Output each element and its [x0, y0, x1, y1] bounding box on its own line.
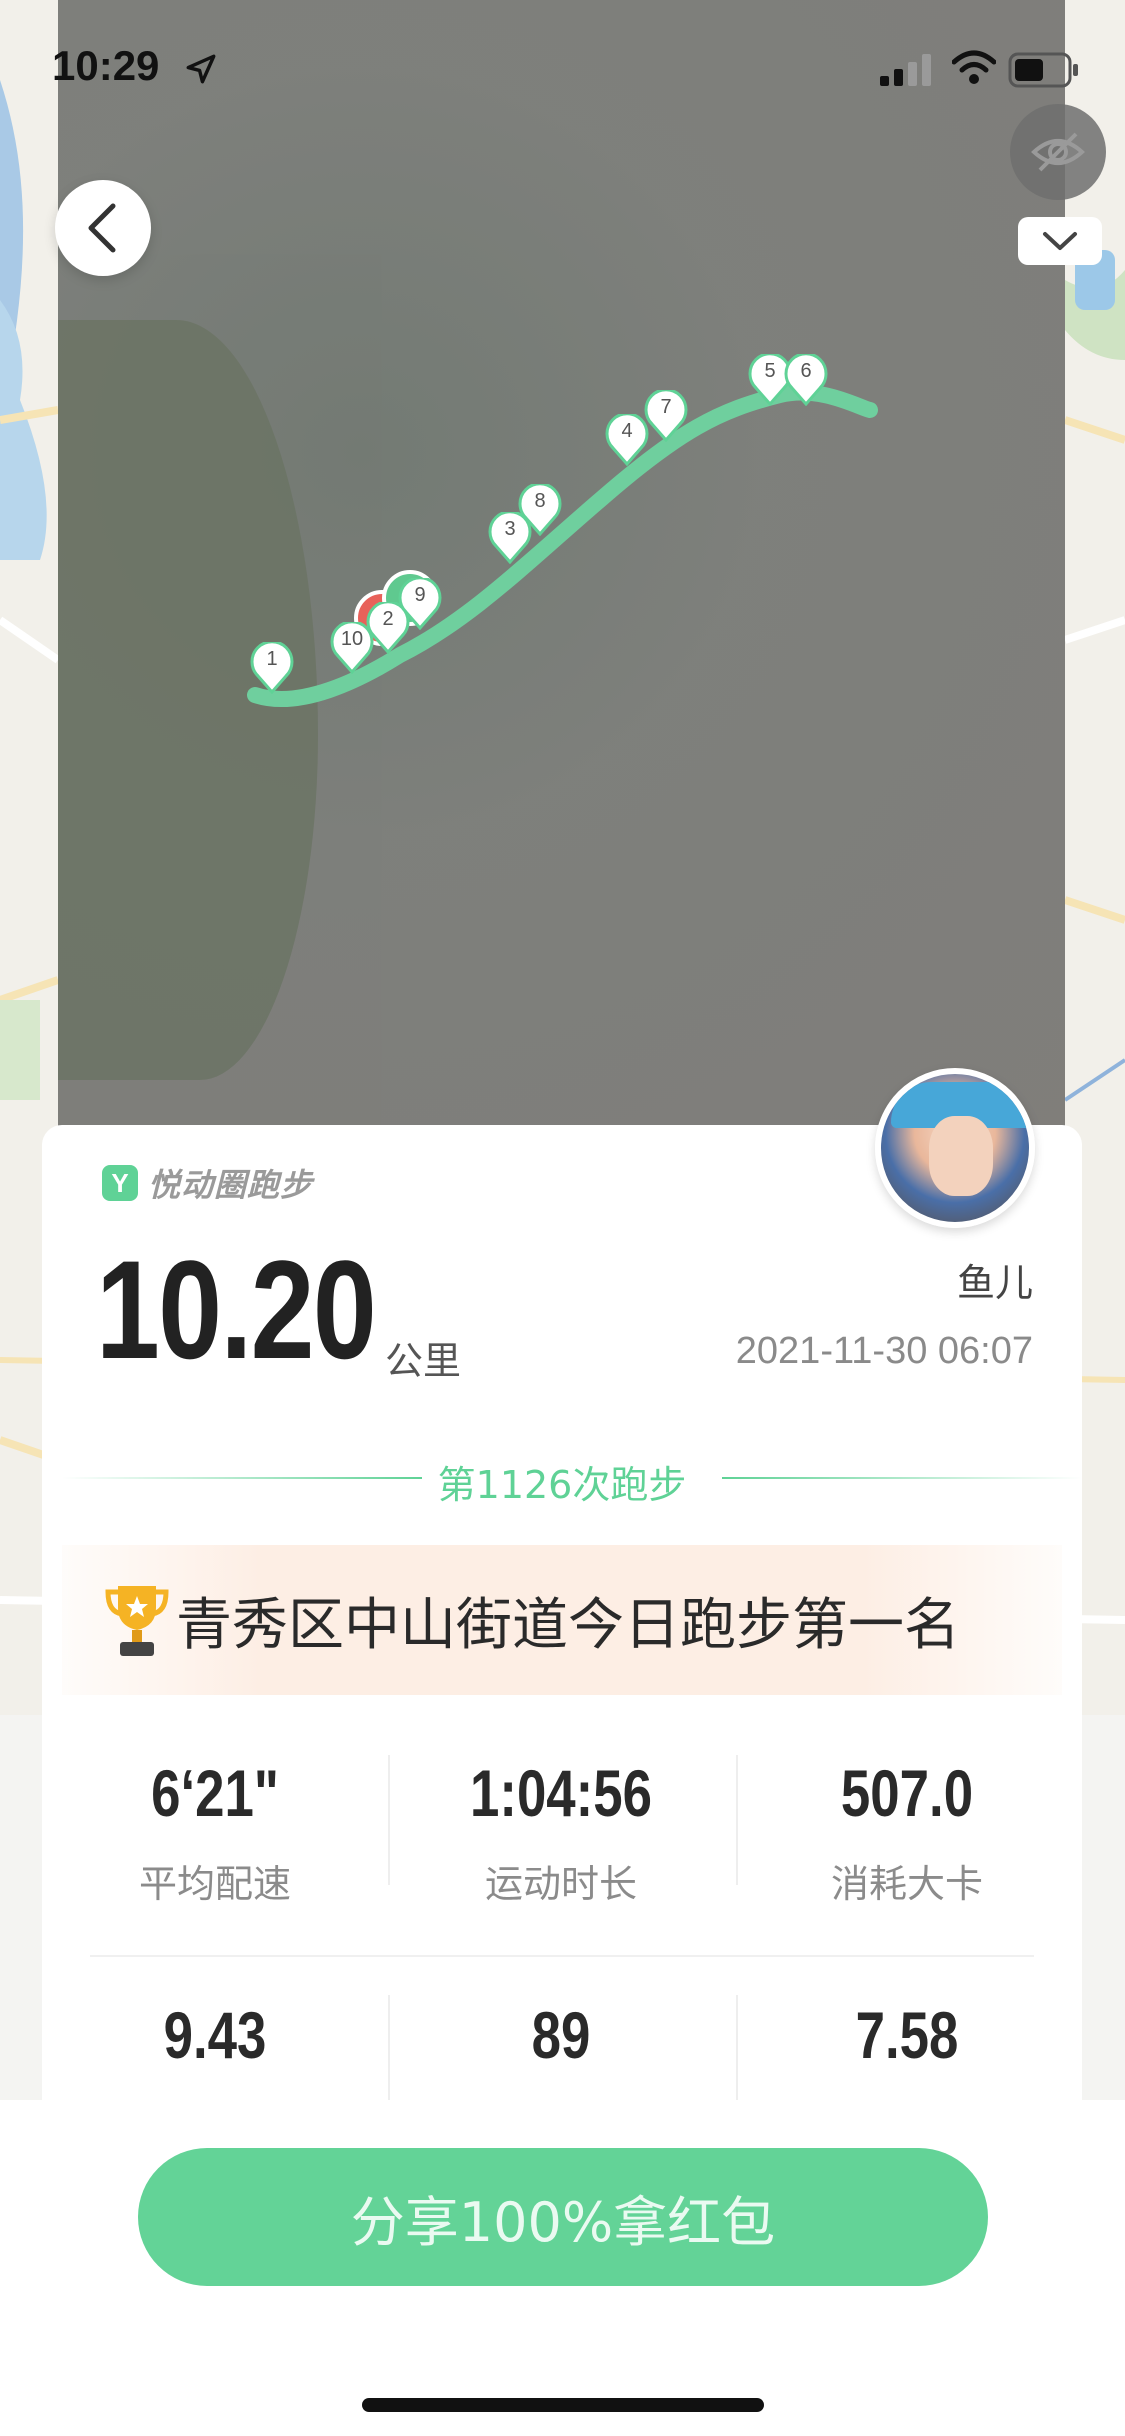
app-logo-icon: Y — [102, 1165, 138, 1201]
avatar[interactable] — [875, 1068, 1035, 1228]
back-button[interactable] — [55, 180, 151, 276]
route-path — [247, 384, 878, 707]
distance-value: 10.20 — [96, 1231, 377, 1388]
run-detail-screen: 1 2 3 4 5 6 7 8 9 10 10:29 Y 悦动圈跑步 10.20… — [0, 0, 1125, 2436]
stat-value: 9.43 — [163, 1998, 267, 2072]
km-marker-label: 10 — [340, 628, 364, 650]
stat-value: 7.58 — [855, 1998, 959, 2072]
run-datetime: 2021-11-30 06:07 — [735, 1330, 1033, 1372]
collapse-button[interactable] — [1018, 217, 1102, 265]
stat-avg-pace: 6‘21" 平均配速 — [42, 1725, 388, 1955]
wifi-icon — [952, 50, 996, 84]
stat-label: 消耗大卡 — [830, 1862, 983, 1906]
avatar-face — [929, 1116, 993, 1196]
km-marker[interactable]: 9 — [398, 578, 442, 630]
trophy-icon — [105, 1586, 169, 1656]
km-marker[interactable]: 1 — [250, 642, 294, 694]
rank-text: 青秀区中山街道今日跑步第一名 — [176, 1592, 960, 1658]
km-marker[interactable]: 7 — [644, 390, 688, 442]
stat-divider — [736, 1755, 738, 1885]
stat-duration: 1:04:56 运动时长 — [388, 1725, 734, 1955]
stat-value: 6‘21" — [151, 1756, 279, 1830]
eye-off-icon — [1031, 132, 1085, 172]
stat-calories: 507.0 消耗大卡 — [734, 1725, 1080, 1955]
stat-value: 1:04:56 — [470, 1756, 652, 1830]
chevron-left-icon — [88, 203, 116, 253]
km-marker-label: 8 — [534, 490, 546, 512]
stat-value: 507.0 — [840, 1756, 974, 1830]
divider-line — [722, 1477, 1082, 1479]
app-name: 悦动圈跑步 — [148, 1166, 314, 1204]
km-marker-label: 6 — [800, 360, 812, 382]
km-marker[interactable]: 8 — [518, 484, 562, 536]
stat-label: 运动时长 — [484, 1862, 637, 1906]
side-strip — [1082, 1715, 1125, 2100]
status-time: 10:29 — [52, 42, 160, 89]
run-count: 第1126次跑步 — [437, 1463, 687, 1507]
km-marker-label: 1 — [266, 648, 278, 670]
km-marker[interactable]: 6 — [784, 354, 828, 406]
stats-row: 6‘21" 平均配速 1:04:56 运动时长 507.0 消耗大卡 — [42, 1725, 1082, 1957]
username: 鱼儿 — [956, 1261, 1033, 1305]
km-marker[interactable]: 4 — [605, 414, 649, 466]
stat-value: 89 — [531, 1998, 591, 2072]
status-bar: 10:29 — [0, 0, 1125, 140]
stat-label: 平均配速 — [138, 1862, 291, 1906]
home-indicator[interactable] — [362, 2398, 764, 2412]
app-logo: Y 悦动圈跑步 — [102, 1163, 314, 1204]
side-strip — [0, 1715, 42, 2100]
run-count-row: 第1126次跑步 — [62, 1448, 1082, 1508]
distance-unit: 公里 — [385, 1339, 462, 1383]
chevron-down-icon — [1043, 232, 1077, 250]
share-button[interactable]: 分享100%拿红包 — [138, 2148, 988, 2286]
km-marker-label: 7 — [660, 396, 672, 418]
battery-icon — [1008, 52, 1078, 88]
km-marker[interactable]: 10 — [330, 622, 374, 674]
location-arrow-icon — [186, 54, 216, 84]
km-marker-label: 4 — [621, 420, 633, 442]
cellular-signal-icon — [880, 54, 931, 86]
stat-divider — [388, 1755, 390, 1885]
rank-banner[interactable]: 青秀区中山街道今日跑步第一名 — [62, 1545, 1062, 1695]
km-marker-label: 9 — [414, 584, 426, 606]
hide-map-button[interactable] — [1010, 104, 1106, 200]
